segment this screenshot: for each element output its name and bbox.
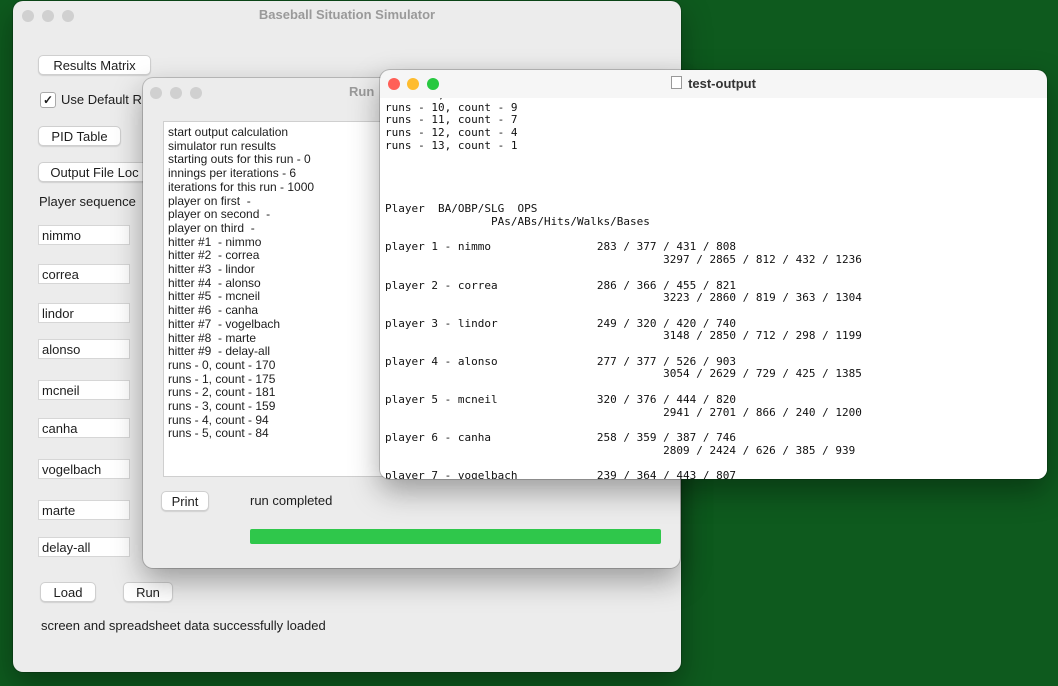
player-sequence-label: Player sequence bbox=[39, 194, 136, 209]
run-line: runs - 0, count - 170 bbox=[168, 357, 276, 372]
main-window-title: Baseball Situation Simulator bbox=[258, 7, 436, 22]
output-text: runs - 9, count - 16 runs - 10, count - … bbox=[385, 98, 862, 479]
run-line: hitter #7 - vogelbach bbox=[168, 316, 281, 331]
results-matrix-button[interactable]: Results Matrix bbox=[38, 55, 151, 75]
run-status-text: run completed bbox=[250, 493, 333, 508]
run-line: runs - 1, count - 175 bbox=[168, 371, 276, 386]
player-field[interactable]: delay-all bbox=[38, 537, 130, 557]
zoom-button[interactable] bbox=[190, 87, 202, 99]
run-line: hitter #9 - delay-all bbox=[168, 344, 271, 359]
output-titlebar: test-output bbox=[380, 70, 1047, 98]
use-default-label: Use Default R bbox=[61, 92, 142, 107]
pid-table-button[interactable]: PID Table bbox=[38, 126, 121, 146]
run-line: innings per iterations - 6 bbox=[168, 166, 297, 181]
run-line: hitter #2 - correa bbox=[168, 248, 260, 263]
run-line: hitter #4 - alonso bbox=[168, 275, 261, 290]
close-button[interactable] bbox=[150, 87, 162, 99]
use-default-checkbox[interactable]: ✓ bbox=[40, 92, 56, 108]
player-field[interactable]: vogelbach bbox=[38, 459, 130, 479]
run-line: hitter #8 - marte bbox=[168, 330, 257, 345]
run-line: hitter #5 - mcneil bbox=[168, 289, 261, 304]
player-field[interactable]: nimmo bbox=[38, 225, 130, 245]
progress-bar-fill bbox=[250, 529, 661, 544]
run-line: runs - 4, count - 94 bbox=[168, 412, 269, 427]
run-line: starting outs for this run - 0 bbox=[168, 152, 311, 167]
output-window: test-output runs - 9, count - 16 runs - … bbox=[380, 70, 1047, 479]
print-button[interactable]: Print bbox=[161, 491, 209, 511]
player-field[interactable]: alonso bbox=[38, 339, 130, 359]
run-line: start output calculation bbox=[168, 125, 289, 139]
document-icon bbox=[671, 76, 683, 89]
run-line: player on second - bbox=[168, 207, 271, 222]
run-line: hitter #6 - canha bbox=[168, 303, 259, 318]
run-line: simulator run results bbox=[168, 138, 277, 153]
output-document[interactable]: runs - 9, count - 16 runs - 10, count - … bbox=[380, 98, 1047, 479]
run-line: runs - 3, count - 159 bbox=[168, 399, 276, 414]
player-field[interactable]: canha bbox=[38, 418, 130, 438]
player-field[interactable]: mcneil bbox=[38, 380, 130, 400]
run-line: player on third - bbox=[168, 220, 255, 235]
output-window-title: test-output bbox=[688, 76, 756, 91]
run-line: runs - 2, count - 181 bbox=[168, 385, 276, 400]
minimize-button[interactable] bbox=[170, 87, 182, 99]
progress-bar bbox=[250, 529, 661, 544]
main-status-text: screen and spreadsheet data successfully… bbox=[41, 618, 326, 633]
run-line: hitter #1 - nimmo bbox=[168, 234, 262, 249]
run-button[interactable]: Run bbox=[123, 582, 173, 602]
run-line: player on first - bbox=[168, 193, 251, 208]
output-file-location-button[interactable]: Output File Loc bbox=[38, 162, 151, 182]
player-field[interactable]: lindor bbox=[38, 303, 130, 323]
player-field[interactable]: correa bbox=[38, 264, 130, 284]
main-titlebar: Baseball Situation Simulator bbox=[13, 1, 681, 29]
run-line: runs - 5, count - 84 bbox=[168, 426, 269, 441]
output-window-title-group: test-output bbox=[380, 76, 1047, 91]
load-button[interactable]: Load bbox=[40, 582, 96, 602]
run-line: iterations for this run - 1000 bbox=[168, 179, 315, 194]
player-field[interactable]: marte bbox=[38, 500, 130, 520]
run-line: hitter #3 - lindor bbox=[168, 262, 255, 277]
run-output-text[interactable]: start output calculation simulator run r… bbox=[163, 121, 395, 477]
